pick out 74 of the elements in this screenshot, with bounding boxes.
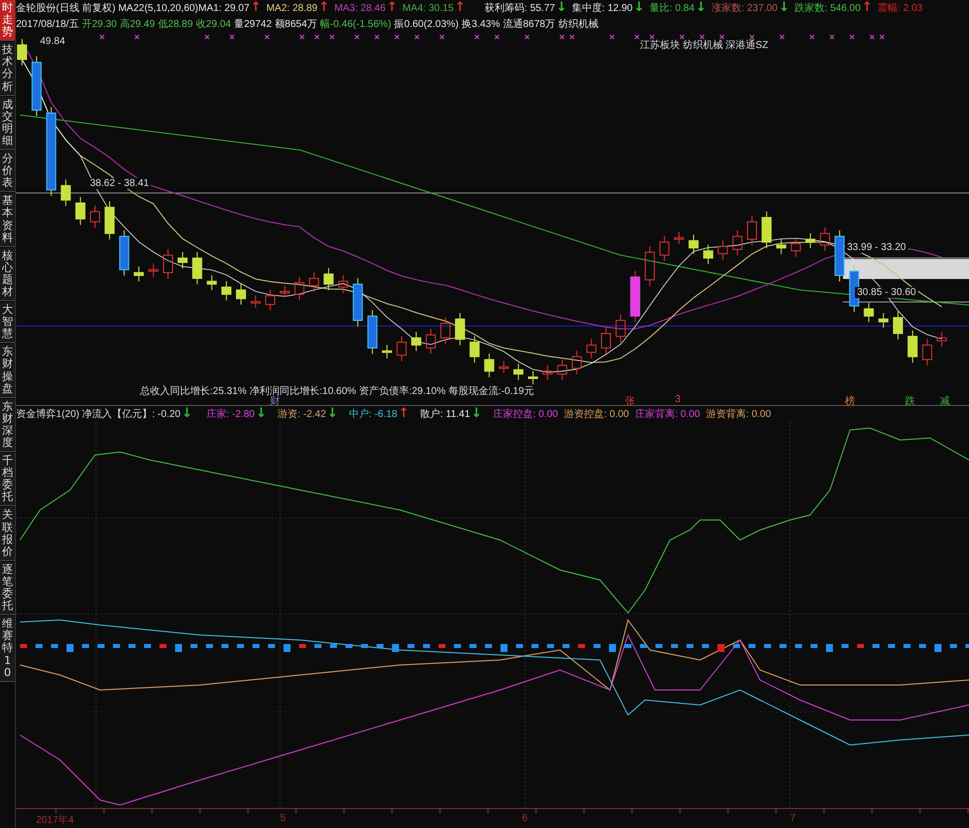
trend-arrow: ↑ <box>386 1 398 15</box>
quote-stat: 量比: 0.84 <box>650 2 695 15</box>
sidebar-tab[interactable]: 大智慧 <box>0 302 15 344</box>
indicator-value: 中户: -6.18 <box>348 408 398 421</box>
trend-arrow: ↑ <box>454 1 466 15</box>
sidebar-tab[interactable]: 维赛特10 <box>0 616 15 682</box>
finance-text: 总收入同比增长:25.31% 净利润同比增长:10.60% 资产负债率:29.10% 每股现金流:-0.19元 <box>140 384 534 397</box>
trend-arrow: ↑ <box>398 406 410 421</box>
sidebar-tab[interactable]: 千档委托 <box>0 453 15 506</box>
time-axis-label: 6 <box>522 813 528 824</box>
quote-stat: 开29.30 <box>82 18 117 31</box>
time-axis-label: 7 <box>790 813 796 824</box>
event-marker[interactable]: 榜 <box>845 394 855 408</box>
indicator-value: 游资背离: 0.00 <box>706 408 772 421</box>
quote-stat: MA4: 30.15 <box>402 2 454 14</box>
price-label: 33.99 - 33.20 <box>845 242 908 253</box>
sidebar-tab[interactable]: 东财深度 <box>0 398 15 452</box>
sidebar-tab[interactable]: 分价表 <box>0 151 15 192</box>
trend-arrow: ↑ <box>318 1 330 15</box>
indicator-value: 庄家背离: 0.00 <box>635 408 700 421</box>
quote-stat: 收29.04 <box>196 18 231 31</box>
quote-stat: 振0.60(2.03%) <box>394 18 459 31</box>
event-marker[interactable]: 减 <box>940 394 950 408</box>
quote-stat: 纺织机械 <box>558 18 598 31</box>
trend-arrow: ↓ <box>471 406 482 421</box>
quote-stat: MA3: 28.46 <box>334 2 386 14</box>
trend-arrow: ↓ <box>696 1 706 15</box>
sidebar-tab[interactable]: 逐笔委托 <box>0 562 15 616</box>
sector-text: 江苏板块 纺织机械 深港通SZ <box>640 38 768 52</box>
quote-stat: 高29.49 <box>120 18 155 31</box>
sidebar-tab[interactable]: 成交明细 <box>0 96 15 150</box>
quote-stat: MA2: 28.89 <box>266 2 318 14</box>
indicator-value: 庄家控盘: 0.00 <box>492 408 558 421</box>
time-axis-label: 2017年4 <box>36 814 74 828</box>
indicator-value: 游资控盘: 0.00 <box>564 408 629 421</box>
quote-stat: 幅-0.46(-1.56%) <box>320 18 392 31</box>
price-label: 30.85 - 30.60 <box>855 286 918 298</box>
trend-arrow: ↓ <box>256 406 267 421</box>
indicator-value: 散户: 11.41 <box>420 408 470 421</box>
sidebar-tab[interactable]: 核心题材 <box>0 248 15 302</box>
price-label: 38.62 - 38.41 <box>88 178 151 189</box>
event-marker[interactable]: 3 <box>675 394 681 405</box>
sidebar-tab[interactable]: 关联报价 <box>0 507 15 561</box>
quote-stat: 额8654万 <box>274 18 318 31</box>
quote-stat: 震幅: 2.03 <box>878 2 923 15</box>
trend-arrow: ↓ <box>181 406 192 421</box>
quote-stat: 流通8678万 <box>503 18 556 31</box>
quote-stat: 获利筹码: 55.77 <box>484 2 556 15</box>
event-marker[interactable]: 张 <box>625 394 635 408</box>
indicator-title: 资金博弈1(20) 净流入【亿元】: -0.20 <box>16 408 180 421</box>
indicator-value: 游资: -2.42 <box>278 408 326 421</box>
quote-stat: MA1: 29.07 <box>198 2 250 14</box>
time-axis-label: 5 <box>280 813 286 824</box>
quote-stat: 换3.43% <box>462 18 500 31</box>
sidebar-tab[interactable]: 东财操盘 <box>0 344 15 398</box>
trend-arrow: ↓ <box>327 406 338 421</box>
sidebar-tab[interactable]: 技术分析 <box>0 42 15 96</box>
quote-stat: 金轮股份(日线 前复权) MA22(5,10,20,60) <box>16 2 198 15</box>
quote-stat: 2017/08/18/五 <box>16 18 79 31</box>
trend-arrow: ↑ <box>250 1 262 15</box>
quote-stat: 集中度: 12.90 <box>572 2 633 15</box>
price-label: 49.84 <box>40 36 66 47</box>
event-marker[interactable]: 跌 <box>905 394 915 408</box>
indicator-value: 庄家: -2.80 <box>206 408 255 421</box>
sidebar-tab[interactable]: 时走势 <box>0 0 15 42</box>
trend-arrow: ↓ <box>778 1 790 15</box>
trend-arrow: ↓ <box>634 1 645 15</box>
quote-stat: 跌家数: 546.00 <box>794 2 861 15</box>
trend-arrow: ↓ <box>556 1 568 15</box>
quote-stat: 低28.89 <box>158 18 193 31</box>
trend-arrow: ↑ <box>862 1 873 15</box>
quote-stat: 涨家数: 237.00 <box>711 2 778 15</box>
sidebar-tab[interactable]: 基本资料 <box>0 193 15 247</box>
quote-stat: 量29742 <box>234 18 272 31</box>
